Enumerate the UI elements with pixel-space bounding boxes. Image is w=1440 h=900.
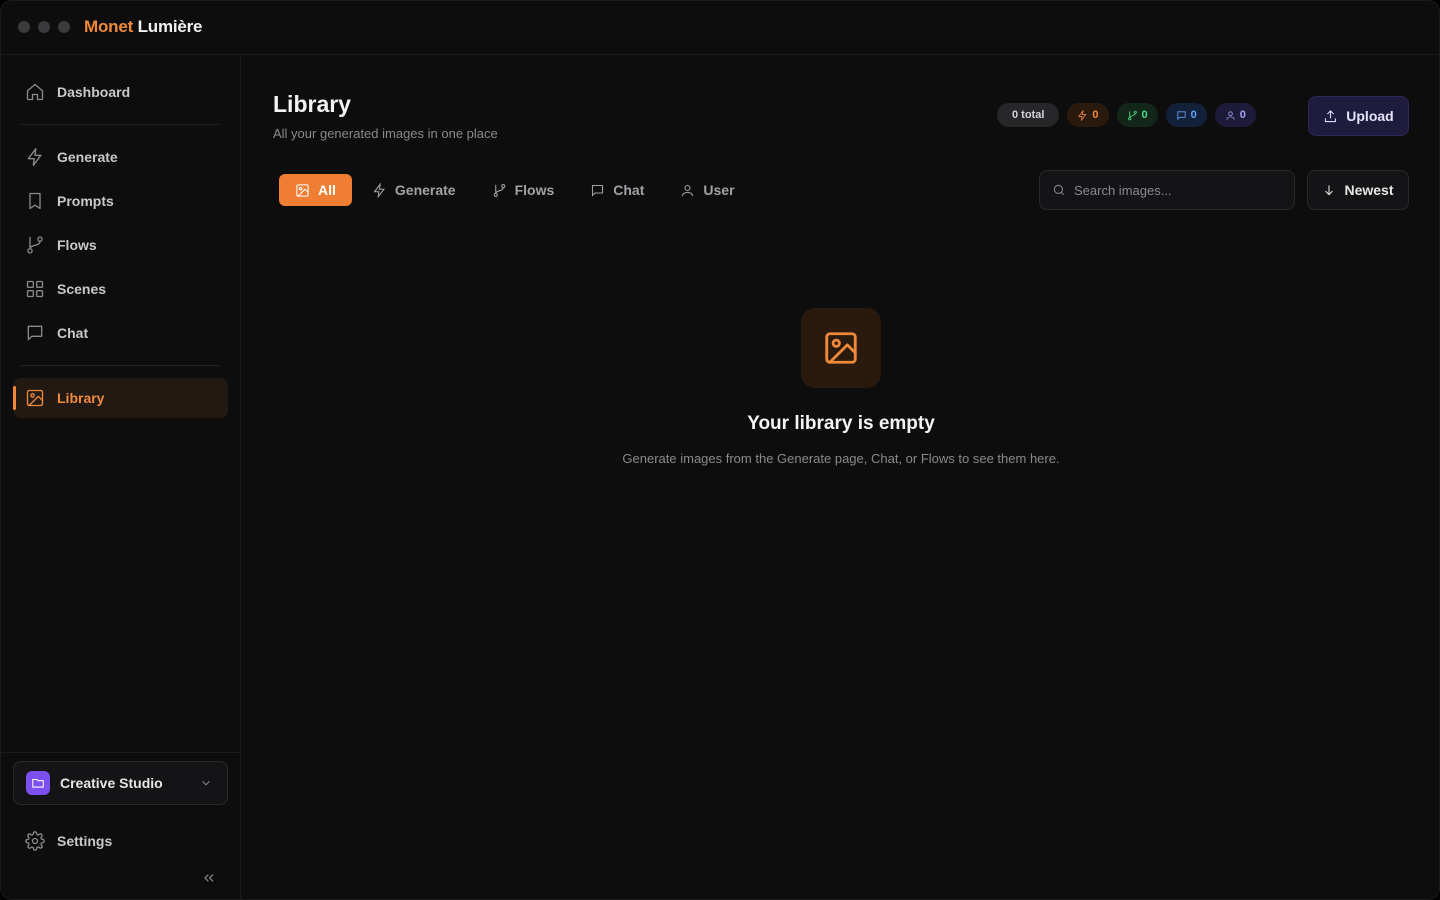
sidebar-item-label: Library xyxy=(57,390,105,406)
sort-button[interactable]: Newest xyxy=(1307,170,1409,210)
page-title: Library xyxy=(273,91,351,117)
gear-icon xyxy=(25,831,45,851)
search-box xyxy=(1039,170,1295,210)
sidebar-item-dashboard[interactable]: Dashboard xyxy=(13,72,228,112)
chevrons-left-icon xyxy=(204,874,214,882)
sidebar-item-label: Dashboard xyxy=(57,84,131,100)
empty-state-description: Generate images from the Generate page, … xyxy=(622,451,1060,466)
tab-flows[interactable]: Flows xyxy=(476,174,571,206)
sidebar-footer-divider xyxy=(1,752,240,753)
sidebar-item-label: Settings xyxy=(57,833,113,849)
folder-icon xyxy=(26,771,50,795)
tab-label: Chat xyxy=(613,182,645,198)
generate-count-badge: 0 xyxy=(1067,103,1109,127)
total-count-badge: 0 total xyxy=(997,103,1060,127)
tab-label: Generate xyxy=(394,182,456,198)
tab-user[interactable]: User xyxy=(664,174,750,206)
workspace-label: Creative Studio xyxy=(60,775,163,791)
sidebar-item-library[interactable]: Library xyxy=(13,378,228,418)
tab-generate[interactable]: Generate xyxy=(356,174,472,206)
page-subtitle: All your generated images in one place xyxy=(273,126,498,141)
empty-state-icon xyxy=(801,308,881,388)
sidebar-item-chat[interactable]: Chat xyxy=(13,313,228,353)
message-icon xyxy=(592,184,604,197)
sidebar-item-label: Generate xyxy=(57,149,118,165)
message-icon xyxy=(1177,110,1186,120)
app-window: Monet Lumière Dashboard Generate Prompts… xyxy=(0,0,1440,900)
total-count: 0 total xyxy=(1012,109,1045,121)
upload-button[interactable]: Upload xyxy=(1308,96,1409,136)
upload-label: Upload xyxy=(1346,108,1394,124)
user-count-badge: 0 xyxy=(1214,103,1256,127)
tab-all[interactable]: All xyxy=(279,174,352,206)
tab-label: User xyxy=(703,182,735,198)
flows-count: 0 xyxy=(1141,109,1148,121)
search-icon xyxy=(1053,184,1065,196)
user-icon xyxy=(682,184,694,196)
empty-state-title: Your library is empty xyxy=(747,413,935,434)
arrow-down-icon xyxy=(1325,185,1334,196)
window-controls xyxy=(18,21,70,33)
sidebar-item-settings[interactable]: Settings xyxy=(13,821,228,861)
lightning-icon xyxy=(27,148,42,166)
sidebar-item-scenes[interactable]: Scenes xyxy=(13,269,228,309)
user-icon xyxy=(1226,110,1235,120)
message-icon xyxy=(27,325,43,341)
sidebar-item-flows[interactable]: Flows xyxy=(13,225,228,265)
bookmark-icon xyxy=(29,192,41,210)
minimize-window-button[interactable] xyxy=(38,21,50,33)
collapse-sidebar-button[interactable] xyxy=(201,870,219,888)
user-count: 0 xyxy=(1239,109,1246,121)
upload-icon xyxy=(1325,109,1337,122)
app-title: Monet Lumière xyxy=(84,17,203,37)
generate-count: 0 xyxy=(1092,109,1099,121)
sidebar-item-label: Flows xyxy=(57,237,97,253)
sidebar-item-label: Prompts xyxy=(57,193,114,209)
lightning-icon xyxy=(373,182,385,198)
app-title-part1: Monet xyxy=(84,17,134,36)
flows-count-badge: 0 xyxy=(1116,103,1158,127)
git-branch-icon xyxy=(1127,110,1137,120)
tab-label: Flows xyxy=(514,182,555,198)
home-icon xyxy=(26,83,44,101)
grid-icon xyxy=(26,280,44,298)
workspace-selector[interactable]: Creative Studio xyxy=(13,761,228,805)
maximize-window-button[interactable] xyxy=(58,21,70,33)
sidebar: Dashboard Generate Prompts Flows Scenes … xyxy=(1,55,241,899)
sidebar-divider xyxy=(21,124,219,125)
stats-badges: 0 total 0 0 0 0 xyxy=(997,103,1256,127)
main-content: Library All your generated images in one… xyxy=(241,55,1439,899)
app-title-part2: Lumière xyxy=(137,17,203,36)
sort-label: Newest xyxy=(1344,182,1394,198)
chat-count-badge: 0 xyxy=(1165,103,1207,127)
lightning-icon xyxy=(1078,109,1087,121)
git-branch-icon xyxy=(493,183,505,197)
sidebar-item-prompts[interactable]: Prompts xyxy=(13,181,228,221)
chevron-down-icon xyxy=(202,780,210,786)
image-icon xyxy=(296,183,309,197)
title-bar: Monet Lumière xyxy=(1,1,1439,55)
sidebar-divider xyxy=(21,365,219,366)
tab-label: All xyxy=(318,182,336,198)
tab-chat[interactable]: Chat xyxy=(574,174,660,206)
close-window-button[interactable] xyxy=(18,21,30,33)
chat-count: 0 xyxy=(1190,109,1197,121)
sidebar-item-label: Chat xyxy=(57,325,89,341)
image-icon xyxy=(26,389,44,407)
filter-tabs: All Generate Flows Chat User xyxy=(279,174,751,206)
sidebar-item-generate[interactable]: Generate xyxy=(13,137,228,177)
search-input[interactable] xyxy=(1074,182,1274,198)
image-icon xyxy=(825,332,857,364)
git-branch-icon xyxy=(27,236,43,254)
sidebar-item-label: Scenes xyxy=(57,281,107,297)
